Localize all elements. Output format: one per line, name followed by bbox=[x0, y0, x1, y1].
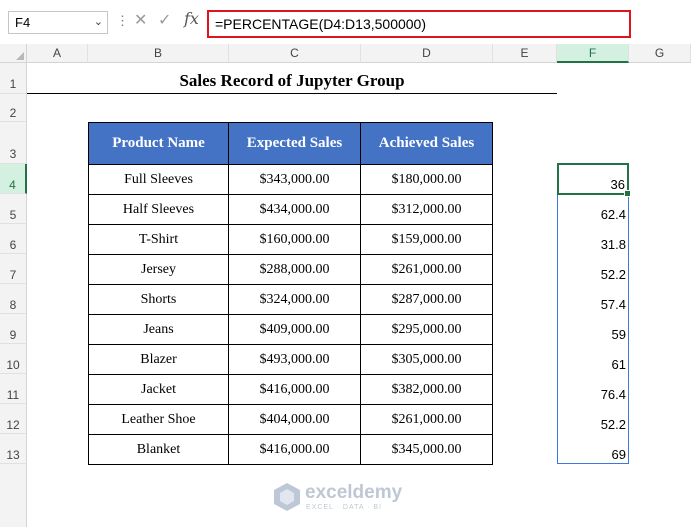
achieved-cell[interactable]: $345,000.00 bbox=[360, 434, 493, 465]
product-cell[interactable]: Leather Shoe bbox=[88, 404, 229, 435]
column-header-g[interactable]: G bbox=[629, 44, 691, 63]
expected-cell[interactable]: $288,000.00 bbox=[228, 254, 361, 285]
column-header-f[interactable]: F bbox=[557, 44, 629, 63]
sheet-title[interactable]: Sales Record of Jupyter Group bbox=[27, 63, 557, 94]
row-header-3[interactable]: 3 bbox=[0, 122, 27, 164]
table-row: Jacket $416,000.00 $382,000.00 bbox=[88, 374, 493, 405]
product-cell[interactable]: Jersey bbox=[88, 254, 229, 285]
name-box-value: F4 bbox=[15, 15, 31, 30]
formula-text: =PERCENTAGE(D4:D13,500000) bbox=[215, 16, 426, 32]
product-cell[interactable]: T-Shirt bbox=[88, 224, 229, 255]
table-row: Blanket $416,000.00 $345,000.00 bbox=[88, 434, 493, 465]
sales-table: Product Name Expected Sales Achieved Sal… bbox=[88, 122, 493, 465]
column-header-b[interactable]: B bbox=[88, 44, 229, 63]
table-row: Half Sleeves $434,000.00 $312,000.00 bbox=[88, 194, 493, 225]
result-cell[interactable]: 52.2 bbox=[558, 404, 628, 434]
achieved-cell[interactable]: $287,000.00 bbox=[360, 284, 493, 315]
result-cell[interactable]: 57.4 bbox=[558, 284, 628, 314]
achieved-cell[interactable]: $159,000.00 bbox=[360, 224, 493, 255]
table-row: Jersey $288,000.00 $261,000.00 bbox=[88, 254, 493, 285]
exceldemy-watermark: exceldemy EXCEL · DATA · BI bbox=[273, 480, 423, 516]
header-achieved-sales[interactable]: Achieved Sales bbox=[360, 122, 493, 165]
more-options-icon[interactable]: ⋮ bbox=[116, 13, 129, 29]
expected-cell[interactable]: $343,000.00 bbox=[228, 164, 361, 195]
product-cell[interactable]: Jeans bbox=[88, 314, 229, 345]
product-cell[interactable]: Jacket bbox=[88, 374, 229, 405]
fill-handle[interactable] bbox=[624, 190, 631, 197]
achieved-cell[interactable]: $261,000.00 bbox=[360, 404, 493, 435]
insert-function-icon[interactable]: fx bbox=[184, 9, 199, 28]
achieved-cell[interactable]: $261,000.00 bbox=[360, 254, 493, 285]
product-cell[interactable]: Full Sleeves bbox=[88, 164, 229, 195]
achieved-cell[interactable]: $180,000.00 bbox=[360, 164, 493, 195]
table-row: Shorts $324,000.00 $287,000.00 bbox=[88, 284, 493, 315]
expected-cell[interactable]: $404,000.00 bbox=[228, 404, 361, 435]
row-header-4[interactable]: 4 bbox=[0, 164, 27, 194]
result-cell[interactable]: 69 bbox=[558, 434, 628, 463]
exceldemy-logo-icon bbox=[274, 483, 300, 511]
formula-bar: F4 ⌄ ⋮ ✕ ✓ fx =PERCENTAGE(D4:D13,500000) bbox=[0, 0, 691, 44]
row-header-2[interactable]: 2 bbox=[0, 94, 27, 122]
achieved-cell[interactable]: $295,000.00 bbox=[360, 314, 493, 345]
column-header-e[interactable]: E bbox=[493, 44, 557, 63]
achieved-cell[interactable]: $382,000.00 bbox=[360, 374, 493, 405]
achieved-cell[interactable]: $305,000.00 bbox=[360, 344, 493, 375]
row-header-10[interactable]: 10 bbox=[0, 344, 27, 374]
column-header-a[interactable]: A bbox=[27, 44, 88, 63]
result-cell[interactable]: 31.8 bbox=[558, 224, 628, 254]
header-product-name[interactable]: Product Name bbox=[88, 122, 229, 165]
formula-input[interactable]: =PERCENTAGE(D4:D13,500000) bbox=[207, 10, 631, 38]
enter-icon[interactable]: ✓ bbox=[158, 10, 171, 30]
expected-cell[interactable]: $416,000.00 bbox=[228, 434, 361, 465]
active-cell-f4[interactable]: 36 bbox=[557, 163, 631, 197]
row-header-8[interactable]: 8 bbox=[0, 284, 27, 314]
spill-range: 36 62.4 31.8 52.2 57.4 59 61 76.4 52.2 6… bbox=[557, 163, 631, 464]
result-cell[interactable]: 52.2 bbox=[558, 254, 628, 284]
result-cell[interactable]: 62.4 bbox=[558, 194, 628, 224]
expected-cell[interactable]: $324,000.00 bbox=[228, 284, 361, 315]
product-cell[interactable]: Blanket bbox=[88, 434, 229, 465]
expected-cell[interactable]: $493,000.00 bbox=[228, 344, 361, 375]
table-row: Leather Shoe $404,000.00 $261,000.00 bbox=[88, 404, 493, 435]
table-row: Blazer $493,000.00 $305,000.00 bbox=[88, 344, 493, 375]
result-cell[interactable]: 61 bbox=[558, 344, 628, 374]
watermark-tagline: EXCEL · DATA · BI bbox=[306, 504, 382, 511]
row-header-6[interactable]: 6 bbox=[0, 224, 27, 254]
row-header-12[interactable]: 12 bbox=[0, 404, 27, 434]
result-value: 36 bbox=[610, 177, 625, 192]
table-header-row: Product Name Expected Sales Achieved Sal… bbox=[88, 122, 493, 165]
expected-cell[interactable]: $416,000.00 bbox=[228, 374, 361, 405]
table-row: Jeans $409,000.00 $295,000.00 bbox=[88, 314, 493, 345]
chevron-down-icon[interactable]: ⌄ bbox=[94, 12, 103, 33]
product-cell[interactable]: Blazer bbox=[88, 344, 229, 375]
achieved-cell[interactable]: $312,000.00 bbox=[360, 194, 493, 225]
column-header-d[interactable]: D bbox=[361, 44, 493, 63]
table-row: T-Shirt $160,000.00 $159,000.00 bbox=[88, 224, 493, 255]
row-header-5[interactable]: 5 bbox=[0, 194, 27, 224]
row-header-13[interactable]: 13 bbox=[0, 434, 27, 464]
expected-cell[interactable]: $434,000.00 bbox=[228, 194, 361, 225]
product-cell[interactable]: Half Sleeves bbox=[88, 194, 229, 225]
header-expected-sales[interactable]: Expected Sales bbox=[228, 122, 361, 165]
table-row: Full Sleeves $343,000.00 $180,000.00 bbox=[88, 164, 493, 195]
row-header-blank bbox=[0, 464, 27, 527]
cancel-icon[interactable]: ✕ bbox=[134, 10, 147, 30]
column-header-c[interactable]: C bbox=[229, 44, 361, 63]
name-box[interactable]: F4 ⌄ bbox=[8, 11, 108, 34]
expected-cell[interactable]: $160,000.00 bbox=[228, 224, 361, 255]
row-header-1[interactable]: 1 bbox=[0, 63, 27, 94]
row-header-7[interactable]: 7 bbox=[0, 254, 27, 284]
select-all-button[interactable] bbox=[0, 44, 27, 63]
watermark-name: exceldemy bbox=[305, 482, 403, 503]
result-cell[interactable]: 59 bbox=[558, 314, 628, 344]
expected-cell[interactable]: $409,000.00 bbox=[228, 314, 361, 345]
result-cell[interactable]: 76.4 bbox=[558, 374, 628, 404]
row-header-11[interactable]: 11 bbox=[0, 374, 27, 404]
product-cell[interactable]: Shorts bbox=[88, 284, 229, 315]
row-header-9[interactable]: 9 bbox=[0, 314, 27, 344]
